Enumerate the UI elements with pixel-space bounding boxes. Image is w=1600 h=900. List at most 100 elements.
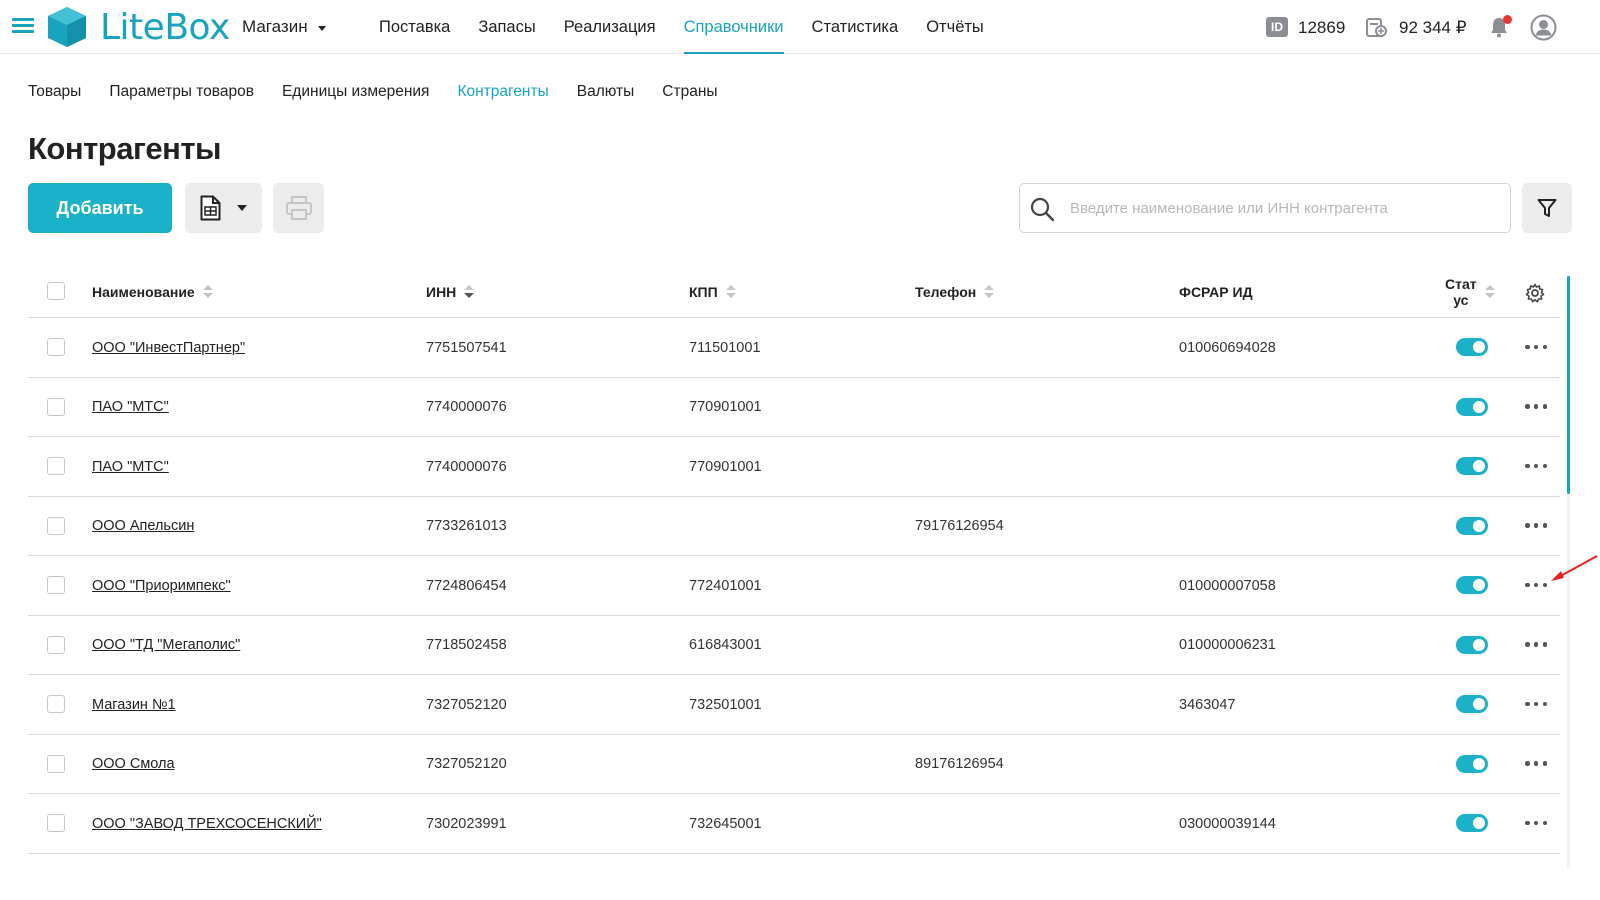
- sort-desc-icon: [464, 285, 475, 299]
- row-checkbox[interactable]: [47, 814, 65, 832]
- print-button[interactable]: [273, 183, 324, 233]
- table-row[interactable]: ООО "ТД "Мегаполис" 7718502458 616843001…: [28, 616, 1560, 675]
- counterparty-name-link[interactable]: ПАО "МТС": [92, 437, 169, 496]
- tab-currencies[interactable]: Валюты: [577, 83, 635, 101]
- chevron-down-icon: [317, 25, 326, 31]
- logo-cube-icon: [48, 7, 86, 47]
- status-toggle[interactable]: [1456, 457, 1488, 475]
- nav-item-stock[interactable]: Запасы: [478, 0, 535, 54]
- status-toggle[interactable]: [1456, 338, 1488, 356]
- search-input[interactable]: [1070, 192, 1500, 224]
- more-actions-icon[interactable]: [1525, 819, 1547, 827]
- tab-units[interactable]: Единицы измерения: [282, 83, 429, 101]
- status-toggle[interactable]: [1456, 635, 1488, 654]
- add-button[interactable]: Добавить: [28, 183, 172, 233]
- inn-cell: 7740000076: [426, 458, 507, 475]
- nav-item-reports[interactable]: Отчёты: [926, 0, 984, 54]
- counterparty-name-link[interactable]: ООО "ТД "Мегаполис": [92, 616, 240, 675]
- status-toggle[interactable]: [1456, 814, 1488, 832]
- table-row[interactable]: ООО "Приоримпекс" 7724806454 772401001 0…: [28, 556, 1560, 616]
- more-actions-icon[interactable]: [1525, 641, 1547, 649]
- inn-cell: 7718502458: [426, 637, 507, 653]
- tab-goods-parameters[interactable]: Параметры товаров: [109, 83, 254, 101]
- menu-icon[interactable]: [12, 18, 34, 34]
- status-toggle[interactable]: [1456, 397, 1488, 416]
- row-checkbox[interactable]: [47, 338, 65, 356]
- column-header-phone[interactable]: Телефон: [915, 266, 995, 318]
- tab-goods[interactable]: Товары: [28, 83, 81, 101]
- column-header-fsrar-label: ФСРАР ИД: [1179, 284, 1253, 300]
- sort-icon: [202, 285, 213, 299]
- table-row[interactable]: ООО Смола 7327052120 89176126954: [28, 735, 1560, 794]
- balance: 92 344 ₽: [1399, 18, 1467, 37]
- kpp-cell: 732501001: [689, 696, 762, 713]
- counterparty-name-link[interactable]: ООО "ИнвестПартнер": [92, 318, 245, 377]
- chevron-down-icon: [237, 205, 247, 211]
- status-toggle[interactable]: [1456, 695, 1488, 713]
- nav-item-sales[interactable]: Реализация: [564, 0, 656, 54]
- kpp-cell: 711501001: [689, 339, 761, 356]
- user-avatar-icon[interactable]: [1530, 14, 1557, 41]
- column-header-name[interactable]: Наименование: [92, 266, 213, 318]
- sub-navigation: Товары Параметры товаров Единицы измерен…: [28, 83, 746, 101]
- table-row[interactable]: Магазин №1 7327052120 732501001 3463047: [28, 675, 1560, 735]
- store-selector[interactable]: Магазин: [242, 17, 326, 37]
- column-header-status[interactable]: Стат ус: [1445, 266, 1495, 318]
- more-actions-icon[interactable]: [1525, 581, 1547, 589]
- counterparty-name-link[interactable]: ООО Смола: [92, 735, 175, 794]
- column-header-kpp[interactable]: КПП: [689, 266, 736, 318]
- export-dropdown-button[interactable]: [185, 183, 262, 233]
- scrollbar-thumb[interactable]: [1567, 276, 1570, 494]
- table-row[interactable]: ПАО "МТС" 7740000076 770901001: [28, 378, 1560, 437]
- row-checkbox[interactable]: [47, 754, 65, 773]
- table-row[interactable]: ПАО "МТС" 7740000076 770901001: [28, 437, 1560, 497]
- fsrar-cell: 030000039144: [1179, 815, 1276, 832]
- nav-item-directories[interactable]: Справочники: [683, 0, 784, 54]
- status-toggle[interactable]: [1456, 576, 1488, 594]
- status-toggle[interactable]: [1456, 516, 1488, 535]
- table-header: Наименование ИНН КПП Телефон ФСРАР ИД Ст…: [28, 266, 1560, 318]
- row-checkbox[interactable]: [47, 457, 65, 475]
- status-toggle[interactable]: [1456, 754, 1488, 773]
- kpp-cell: 772401001: [689, 577, 762, 594]
- more-actions-icon[interactable]: [1525, 343, 1547, 351]
- row-checkbox[interactable]: [47, 695, 65, 713]
- counterparty-name-link[interactable]: ПАО "МТС": [92, 378, 169, 437]
- row-checkbox[interactable]: [47, 576, 65, 594]
- tab-countries[interactable]: Страны: [662, 83, 717, 101]
- more-actions-icon[interactable]: [1525, 760, 1547, 768]
- table-row[interactable]: ООО Апельсин 7733261013 79176126954: [28, 497, 1560, 556]
- fsrar-cell: 010000007058: [1179, 577, 1276, 594]
- fsrar-cell: 010060694028: [1179, 339, 1276, 356]
- more-actions-icon[interactable]: [1525, 700, 1547, 708]
- table-row[interactable]: ООО "ИнвестПартнер" 7751507541 711501001…: [28, 318, 1560, 378]
- row-checkbox[interactable]: [47, 516, 65, 535]
- counterparty-name-link[interactable]: ООО "Приоримпекс": [92, 556, 231, 615]
- nav-item-statistics[interactable]: Статистика: [812, 0, 899, 54]
- counterparty-name-link[interactable]: ООО Апельсин: [92, 497, 194, 556]
- row-checkbox[interactable]: [47, 397, 65, 416]
- search-field[interactable]: [1019, 183, 1511, 233]
- inn-cell: 7724806454: [426, 577, 507, 594]
- counterparty-name-link[interactable]: ООО "ЗАВОД ТРЕХСОСЕНСКИЙ": [92, 794, 322, 853]
- tab-counterparties[interactable]: Контрагенты: [457, 83, 548, 101]
- wallet-icon: [1366, 18, 1387, 37]
- more-actions-icon[interactable]: [1525, 522, 1547, 530]
- counterparty-name-link[interactable]: Магазин №1: [92, 675, 176, 734]
- row-checkbox[interactable]: [47, 635, 65, 654]
- top-navigation-bar: LiteBox Магазин Поставка Запасы Реализац…: [0, 0, 1600, 54]
- more-actions-icon[interactable]: [1525, 403, 1547, 411]
- nav-item-delivery[interactable]: Поставка: [379, 0, 450, 54]
- sort-icon: [725, 285, 736, 299]
- filter-button[interactable]: [1522, 183, 1572, 233]
- kpp-cell: 770901001: [689, 458, 762, 475]
- logo[interactable]: LiteBox: [46, 6, 230, 48]
- select-all-checkbox[interactable]: [47, 282, 65, 300]
- sort-icon: [984, 285, 995, 299]
- column-header-inn[interactable]: ИНН: [426, 266, 475, 318]
- phone-cell: 89176126954: [915, 756, 1004, 772]
- filter-icon: [1537, 199, 1557, 217]
- gear-icon[interactable]: [1525, 283, 1545, 303]
- table-row[interactable]: ООО "ЗАВОД ТРЕХСОСЕНСКИЙ" 7302023991 732…: [28, 794, 1560, 854]
- more-actions-icon[interactable]: [1525, 462, 1547, 470]
